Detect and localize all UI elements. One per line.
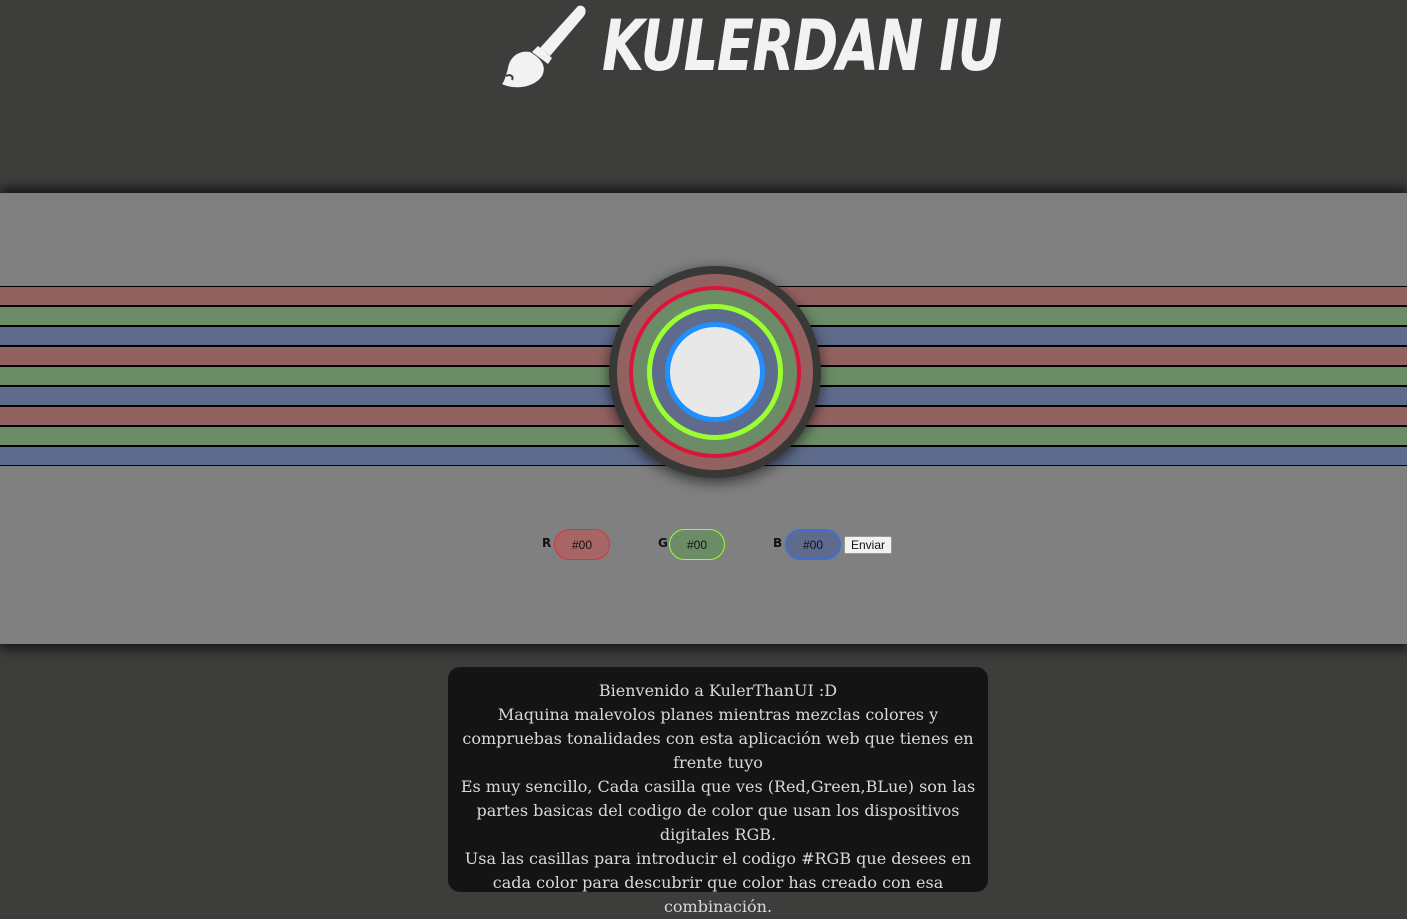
red-input[interactable] xyxy=(554,529,610,560)
app-title: KULERDAN IU xyxy=(602,5,1002,87)
color-preview-disc xyxy=(609,266,821,478)
info-line-usage: Usa las casillas para introducir el codi… xyxy=(464,849,972,916)
header: KULERDAN IU xyxy=(0,0,1407,193)
green-input[interactable] xyxy=(669,529,725,560)
r-label: R xyxy=(542,536,552,550)
blue-input[interactable] xyxy=(785,529,841,560)
color-panel: R G B Enviar xyxy=(0,193,1407,644)
paintbrush-icon xyxy=(502,5,586,88)
color-result-circle xyxy=(665,322,765,422)
rgb-controls: R G B Enviar xyxy=(0,529,1407,561)
b-label: B xyxy=(773,536,783,550)
info-line-intro: Maquina malevolos planes mientras mezcla… xyxy=(462,705,974,772)
info-line-welcome: Bienvenido a KulerThanUI :D xyxy=(598,681,838,700)
logo: KULERDAN IU xyxy=(500,2,1113,90)
info-line-explain: Es muy sencillo, Cada casilla que ves (R… xyxy=(460,777,976,844)
g-label: G xyxy=(658,536,668,550)
info-box: Bienvenido a KulerThanUI :D Maquina male… xyxy=(448,667,988,916)
submit-button[interactable]: Enviar xyxy=(844,536,892,554)
